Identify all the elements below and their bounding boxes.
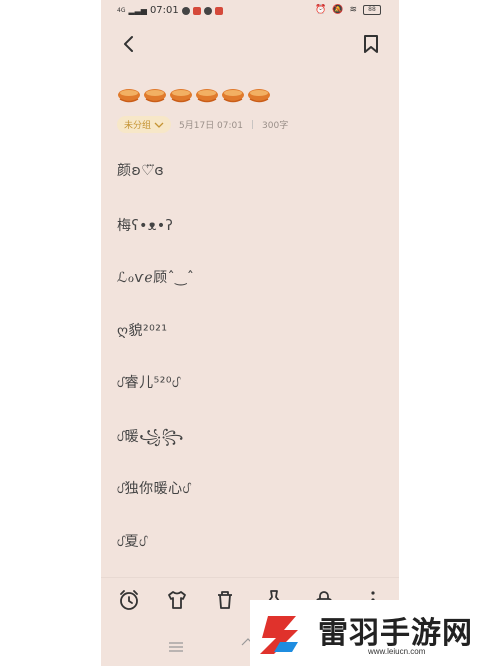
bowl-icon: [144, 89, 166, 103]
note-line[interactable]: ℒℴѵℯ顾ˆ‿ˆ: [117, 267, 194, 287]
watermark-url: www.leiucn.com: [368, 647, 426, 656]
app-notification-icon-2: [203, 6, 212, 15]
site-watermark: 雷羽手游网 www.leiucn.com: [250, 600, 500, 666]
chevron-down-icon: [154, 122, 164, 128]
wifi-icon: ≋: [349, 5, 357, 15]
alarm-icon: ⏰: [315, 5, 327, 15]
bowl-icon: [248, 89, 270, 103]
app-notification-icon: [181, 6, 190, 15]
battery-icon: 88: [363, 5, 381, 15]
status-right: ⏰ 🔕 ≋ 88: [315, 5, 381, 15]
menu-icon[interactable]: [169, 642, 183, 652]
watermark-logo-icon: [260, 616, 298, 654]
note-line[interactable]: ᦔ暖꧁꧂: [117, 425, 184, 454]
note-title-emoji: [117, 84, 271, 106]
note-line[interactable]: 梅ʕ•ᴥ•ʔ: [117, 215, 173, 235]
red-app-icon: [192, 6, 201, 15]
word-count: 300字: [262, 121, 289, 131]
bowl-icon: [170, 89, 192, 103]
note-line[interactable]: ᦔ夏ᦔ: [117, 531, 147, 551]
category-selector[interactable]: 未分组: [117, 116, 172, 133]
bowl-icon: [118, 89, 140, 103]
meta-separator: |: [251, 119, 255, 130]
bowl-icon: [196, 89, 218, 103]
note-line[interactable]: ᦔ睿儿⁵²⁰ᦔ: [117, 372, 180, 392]
note-line[interactable]: ᦔ独你暖心ᦔ: [117, 478, 190, 498]
back-icon[interactable]: [117, 32, 141, 56]
clock: 07:01: [149, 5, 179, 16]
phone-screen: 4G ▂▃▅ 07:01 ⏰ 🔕 ≋ 88 未分组 5月17日 07:01 | …: [101, 0, 399, 666]
bookmark-icon[interactable]: [359, 32, 383, 56]
note-line[interactable]: 颜ʚ♡⃛ɞ: [117, 160, 164, 180]
network-label: 4G: [117, 6, 126, 14]
note-meta: 未分组 5月17日 07:01 | 300字: [117, 116, 288, 133]
status-left: 4G ▂▃▅ 07:01: [117, 5, 223, 16]
category-label: 未分组: [124, 121, 152, 131]
note-line[interactable]: ღ貌²⁰²¹: [117, 320, 167, 340]
top-bar: [101, 28, 399, 60]
trash-icon[interactable]: [213, 588, 237, 612]
note-date: 5月17日 07:01: [179, 121, 243, 131]
theme-shirt-icon[interactable]: [165, 588, 189, 612]
signal-icon: ▂▃▅: [128, 6, 147, 15]
status-bar: 4G ▂▃▅ 07:01 ⏰ 🔕 ≋ 88: [101, 0, 399, 22]
mute-icon: 🔕: [332, 5, 344, 15]
watermark-text: 雷羽手游网: [318, 616, 473, 651]
app-notification-icon-3: [214, 6, 223, 15]
alarm-clock-icon[interactable]: [117, 588, 141, 612]
bowl-icon: [222, 89, 244, 103]
